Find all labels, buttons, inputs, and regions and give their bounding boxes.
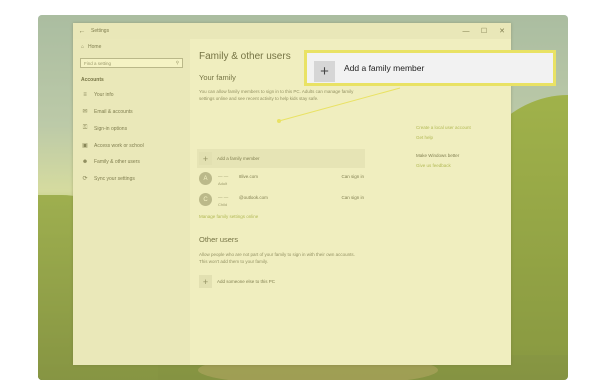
sidebar-home[interactable]: ⌂ Home [73,39,190,55]
sidebar-item-email-accounts[interactable]: ✉ Email & accounts [73,103,190,120]
window-title: Settings [91,28,110,34]
minimize-button[interactable]: — [457,28,475,35]
add-someone-else-label: Add someone else to this PC [217,279,276,284]
search-placeholder: Find a setting [84,60,112,66]
sidebar-item-family-other-users[interactable]: ☻ Family & other users [73,154,190,170]
plus-icon: + [199,275,212,288]
member-name-masked: — — [218,195,229,200]
member-role: Child [218,202,228,207]
member-status: Can sign in [341,195,364,200]
give-feedback-link[interactable]: Give us feedback [416,163,451,168]
maximize-button[interactable]: ☐ [475,27,493,35]
search-icon: ⚲ [175,60,179,65]
create-local-account-link[interactable]: Create a local user account [416,125,471,130]
sidebar-item-label: Email & accounts [94,108,133,115]
home-icon: ⌂ [81,44,85,50]
member-email: 8live.com [239,174,259,179]
your-family-description: You can allow family members to sign in … [199,89,354,101]
member-name-masked: — — [218,174,229,179]
sidebar-item-label: Family & other users [94,159,140,165]
sidebar-item-label: Your info [94,92,114,98]
make-windows-better-heading: Make Windows better [416,153,460,158]
sidebar-item-your-info[interactable]: ≡ Your info [73,87,190,103]
sidebar-item-sync-settings[interactable]: ⟳ Sync your settings [73,170,190,187]
avatar: C [199,193,212,206]
family-member-child[interactable]: C — — @outlook.com Child Can sign in [199,193,364,209]
main-content: Family & other users Your family You can… [190,39,511,365]
mail-icon: ✉ [82,109,88,115]
back-arrow-icon[interactable]: ← [73,28,91,35]
callout-label: Add a family member [344,63,425,73]
avatar: A [199,172,212,185]
sync-icon: ⟳ [82,176,88,182]
briefcase-icon: ▣ [82,143,88,149]
zoom-callout: + Add a family member [304,50,556,86]
sidebar-section-heading: Accounts [81,77,104,83]
sidebar-item-label: Sign-in options [94,125,128,132]
manage-family-link[interactable]: Manage family settings online [199,214,258,219]
member-email: @outlook.com [239,195,268,200]
add-family-member-button[interactable]: + Add a family member [199,152,260,165]
close-button[interactable]: ✕ [493,27,511,35]
sidebar-item-label: Sync your settings [94,175,135,182]
get-help-link[interactable]: Get help [416,135,433,140]
sidebar-item-access-work[interactable]: ▣ Access work or school [73,137,190,154]
person-card-icon: ≡ [83,92,87,98]
add-family-member-label: Add a family member [217,156,260,161]
sidebar-item-sign-in-options[interactable]: ⚿ Sign-in options [73,120,190,137]
sidebar-item-label: Access work or school [94,142,144,149]
people-icon: ☻ [81,159,89,165]
sidebar-home-label: Home [88,44,102,50]
plus-icon: + [199,152,212,165]
search-input[interactable]: Find a setting ⚲ [80,58,183,68]
plus-icon: + [314,61,335,82]
other-users-heading: Other users [199,235,239,244]
page-title: Family & other users [199,51,291,62]
title-bar: ← Settings — ☐ ✕ [73,23,511,39]
member-status: Can sign in [341,174,364,179]
member-role: Adult [218,181,228,186]
your-family-heading: Your family [199,73,236,82]
other-users-description: Allow people who are not part of your fa… [199,252,355,264]
add-someone-else-button[interactable]: + Add someone else to this PC [199,275,275,288]
sidebar: ⌂ Home Find a setting ⚲ Accounts ≡ Your … [73,39,190,365]
family-member-adult[interactable]: A — — 8live.com Adult Can sign in [199,172,364,188]
key-icon: ⚿ [82,125,88,131]
